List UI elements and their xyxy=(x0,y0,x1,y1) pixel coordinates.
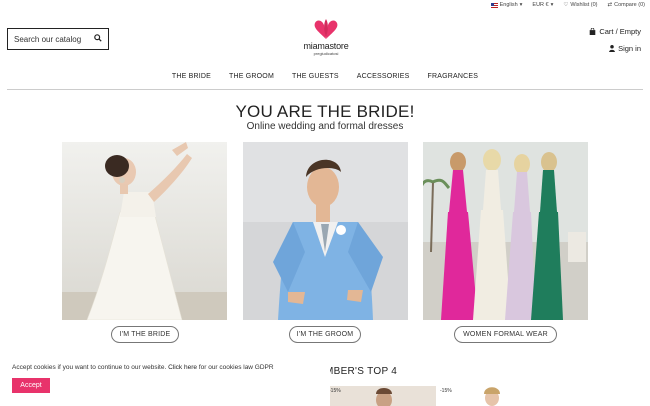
cookie-banner: Accept cookies if you want to continue t… xyxy=(0,358,330,406)
heart-icon: ♡ xyxy=(563,2,569,8)
main-nav: THE BRIDE THE GROOM THE GUESTS ACCESSORI… xyxy=(0,73,650,80)
logo-tagline: pregiudicatosi xyxy=(313,51,339,56)
nav-divider xyxy=(7,89,643,90)
search-box xyxy=(7,28,109,50)
im-the-bride-button[interactable]: I'M THE BRIDE xyxy=(111,326,179,343)
signin-label: Sign in xyxy=(618,44,641,53)
nav-item-accessories[interactable]: ACCESSORIES xyxy=(357,73,410,80)
currency-selector[interactable]: EUR € ▾ xyxy=(532,2,553,8)
header-actions: Cart / Empty Sign in xyxy=(589,27,641,61)
product-thumb[interactable] xyxy=(326,386,436,406)
cookie-text-after: for our cookies law GDPR xyxy=(198,364,274,371)
chevron-down-icon: ▾ xyxy=(519,2,523,8)
currency-label: EUR € xyxy=(532,2,549,8)
wishlist-link[interactable]: ♡ Wishlist (0) xyxy=(563,2,597,8)
women-formal-wear-button[interactable]: WOMEN FORMAL WEAR xyxy=(454,326,557,343)
shuffle-icon: ⇄ xyxy=(607,2,613,8)
signin-link[interactable]: Sign in xyxy=(589,44,641,53)
nav-item-fragrances[interactable]: FRAGRANCES xyxy=(428,73,479,80)
language-selector[interactable]: English ▾ xyxy=(490,2,523,8)
compare-link[interactable]: ⇄ Compare (0) xyxy=(608,2,645,8)
product-thumb[interactable] xyxy=(437,386,547,406)
accept-cookies-button[interactable]: Accept xyxy=(12,378,50,393)
nav-item-the-guests[interactable]: THE GUESTS xyxy=(292,73,339,80)
top-utility-bar: English ▾ EUR € ▾ ♡ Wishlist (0) ⇄ Compa… xyxy=(490,1,645,9)
language-label: English xyxy=(499,2,518,8)
search-input[interactable] xyxy=(14,34,94,44)
women-formal-wear-image[interactable] xyxy=(423,142,588,320)
groom-image[interactable] xyxy=(243,142,408,320)
discount-badge: -15% xyxy=(440,388,452,394)
search-icon[interactable] xyxy=(94,34,102,44)
nav-item-the-bride[interactable]: THE BRIDE xyxy=(172,73,211,80)
cookie-text: Accept cookies if you want to continue t… xyxy=(12,364,167,371)
site-logo[interactable]: miamastore pregiudicatosi xyxy=(296,18,356,56)
cookie-message: Accept cookies if you want to continue t… xyxy=(12,364,274,371)
im-the-groom-button[interactable]: I'M THE GROOM xyxy=(289,326,361,343)
bride-image[interactable] xyxy=(62,142,227,320)
user-icon xyxy=(609,45,615,52)
chevron-down-icon: ▾ xyxy=(550,2,554,8)
cookie-policy-link[interactable]: Click here xyxy=(168,364,197,371)
us-flag-icon xyxy=(490,2,498,8)
hero-title: YOU ARE THE BRIDE! xyxy=(235,102,415,121)
compare-label: Compare (0) xyxy=(614,2,645,8)
nav-item-the-groom[interactable]: THE GROOM xyxy=(229,73,274,80)
logo-name: miamastore xyxy=(303,41,349,51)
cart-link[interactable]: Cart / Empty xyxy=(589,27,641,36)
shopping-bag-icon xyxy=(590,28,596,35)
heart-logo-icon xyxy=(314,19,338,39)
hero-subtitle: Online wedding and formal dresses xyxy=(246,121,404,132)
wishlist-label: Wishlist (0) xyxy=(570,2,598,8)
discount-badge: -15% xyxy=(329,388,341,394)
cart-label: Cart / Empty xyxy=(599,27,641,36)
